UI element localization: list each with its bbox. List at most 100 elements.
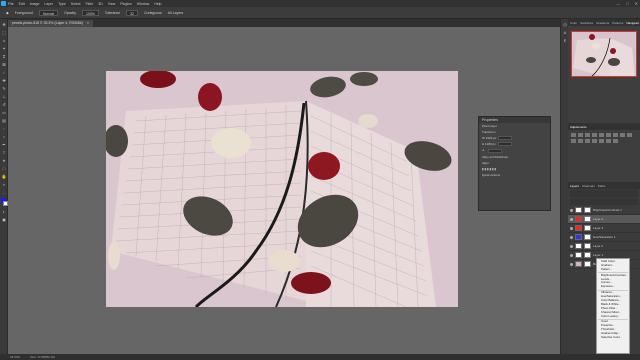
adj-selective-icon[interactable] — [613, 139, 618, 143]
menu-item-window[interactable]: Window — [137, 2, 149, 6]
context-menu-item[interactable]: Pattern... — [598, 268, 628, 272]
x-field[interactable] — [498, 136, 513, 141]
layer-mask-thumbnail[interactable] — [584, 207, 591, 213]
tab-paths[interactable]: Paths — [598, 184, 606, 188]
menu-item-3d[interactable]: 3D — [98, 2, 102, 6]
lasso-tool-icon[interactable]: ↄ — [1, 37, 7, 43]
adj-exposure-icon[interactable] — [592, 133, 597, 137]
context-menu-item[interactable]: Color Lookup... — [598, 315, 628, 319]
adj-threshold-icon[interactable] — [599, 139, 604, 143]
visibility-eye-icon[interactable] — [570, 217, 573, 221]
menu-item-select[interactable]: Select — [71, 2, 81, 6]
adj-bw-icon[interactable] — [620, 133, 625, 137]
visibility-eye-icon[interactable] — [570, 244, 573, 248]
frame-tool-icon[interactable]: ⊠ — [1, 61, 7, 67]
tab-swatches[interactable]: Swatches — [580, 21, 593, 25]
layer-mask-thumbnail[interactable] — [584, 225, 591, 231]
layer-mask-thumbnail[interactable] — [584, 252, 591, 258]
layer-row[interactable]: Brightness/Contrast 1 — [568, 206, 640, 215]
mode-select[interactable]: Normal — [38, 9, 59, 16]
screen-mode-icon[interactable]: ▣ — [1, 216, 7, 222]
context-menu-item[interactable]: Selective Color... — [598, 336, 628, 340]
dodge-tool-icon[interactable]: ○ — [1, 133, 7, 139]
adj-levels-icon[interactable] — [578, 133, 583, 137]
shape-tool-icon[interactable]: □ — [1, 165, 7, 171]
tab-gradients[interactable]: Gradients — [596, 21, 609, 25]
layer-mask-thumbnail[interactable] — [584, 261, 591, 267]
eraser-tool-icon[interactable]: ▭ — [1, 109, 7, 115]
tab-layers[interactable]: Layers — [570, 184, 579, 188]
adj-invert-icon[interactable] — [585, 139, 590, 143]
adj-gradient-map-icon[interactable] — [606, 139, 611, 143]
visibility-eye-icon[interactable] — [570, 226, 573, 230]
visibility-eye-icon[interactable] — [570, 235, 573, 239]
adj-balance-icon[interactable] — [613, 133, 618, 137]
move-tool-icon[interactable]: ✥ — [1, 21, 7, 27]
zoom-level[interactable]: 33.33% — [10, 355, 20, 359]
menu-item-filter[interactable]: Filter — [86, 2, 94, 6]
blur-tool-icon[interactable]: ◌ — [1, 125, 7, 131]
layer-mask-thumbnail[interactable] — [584, 243, 591, 249]
eyedropper-tool-icon[interactable]: ⁄ — [1, 69, 7, 75]
path-selection-tool-icon[interactable]: ➤ — [1, 157, 7, 163]
visibility-eye-icon[interactable] — [570, 208, 573, 212]
angle-field[interactable] — [487, 148, 502, 153]
quick-mask-icon[interactable]: ◐ — [1, 208, 7, 214]
marquee-tool-icon[interactable]: ⬚ — [1, 29, 7, 35]
pen-tool-icon[interactable]: ✒ — [1, 141, 7, 147]
canvas-workspace[interactable]: Properties Pixel Layer Transform W 1920 … — [8, 27, 560, 354]
layer-row[interactable]: Hue/Saturation 1 — [568, 233, 640, 242]
minimize-icon[interactable]: — — [616, 1, 620, 6]
document-tab[interactable]: pexels-photo-818 © 33.3% (Layer 4, RGB/8… — [8, 20, 93, 27]
menu-item-image[interactable]: Image — [30, 2, 40, 6]
menu-item-plugins[interactable]: Plugins — [120, 2, 131, 6]
close-tab-icon[interactable]: × — [87, 20, 89, 27]
history-brush-tool-icon[interactable]: ↺ — [1, 101, 7, 107]
layer-mask-thumbnail[interactable] — [584, 234, 591, 240]
adj-vibrance-icon[interactable] — [599, 133, 604, 137]
opacity-field[interactable]: 100% — [81, 9, 99, 16]
tool-preset-icon[interactable]: ◆ — [6, 11, 9, 15]
adj-hue-icon[interactable] — [606, 133, 611, 137]
zoom-tool-icon[interactable]: ⌕ — [1, 181, 7, 187]
type-tool-icon[interactable]: T — [1, 149, 7, 155]
maximize-icon[interactable]: □ — [626, 1, 628, 6]
adj-mixer-icon[interactable] — [571, 139, 576, 143]
all-layers-checkbox[interactable]: All Layers — [168, 11, 183, 15]
tab-channels[interactable]: Channels — [582, 184, 595, 188]
adj-photo-filter-icon[interactable] — [627, 133, 632, 137]
context-menu-item[interactable]: Exposure... — [598, 285, 628, 289]
layer-row[interactable]: Layer 3 — [568, 224, 640, 233]
layer-mask-thumbnail[interactable] — [584, 216, 591, 222]
adj-posterize-icon[interactable] — [592, 139, 597, 143]
menu-item-type[interactable]: Type — [58, 2, 66, 6]
menu-item-view[interactable]: View — [108, 2, 116, 6]
close-icon[interactable]: ✕ — [635, 1, 638, 6]
document-canvas[interactable] — [106, 71, 458, 307]
layer-filter-row[interactable] — [570, 190, 638, 197]
clone-stamp-tool-icon[interactable]: ⊥ — [1, 93, 7, 99]
more-tools-icon[interactable]: … — [1, 189, 7, 195]
menu-item-help[interactable]: Help — [154, 2, 161, 6]
hand-tool-icon[interactable]: ✋ — [1, 173, 7, 179]
menu-item-edit[interactable]: Edit — [19, 2, 25, 6]
brush-tool-icon[interactable]: ✎ — [1, 85, 7, 91]
menu-item-layer[interactable]: Layer — [44, 2, 53, 6]
layer-row[interactable]: Layer 4 — [568, 215, 640, 224]
visibility-eye-icon[interactable] — [570, 253, 573, 257]
gradient-tool-icon[interactable]: ▤ — [1, 117, 7, 123]
blend-opacity-row[interactable] — [570, 198, 638, 205]
menu-item-file[interactable]: File — [8, 2, 14, 6]
navigator-thumbnail[interactable] — [571, 31, 637, 77]
y-field[interactable] — [497, 142, 512, 147]
tab-patterns[interactable]: Patterns — [612, 21, 623, 25]
adj-brightness-icon[interactable] — [571, 133, 576, 137]
tolerance-field[interactable]: 32 — [126, 9, 139, 16]
adj-curves-icon[interactable] — [585, 133, 590, 137]
tab-color[interactable]: Color — [570, 21, 577, 25]
healing-tool-icon[interactable]: ✚ — [1, 77, 7, 83]
visibility-eye-icon[interactable] — [570, 262, 573, 266]
magic-wand-tool-icon[interactable]: ✦ — [1, 45, 7, 51]
contiguous-checkbox[interactable]: Contiguous — [144, 11, 162, 15]
crop-tool-icon[interactable]: ⌗ — [1, 53, 7, 59]
